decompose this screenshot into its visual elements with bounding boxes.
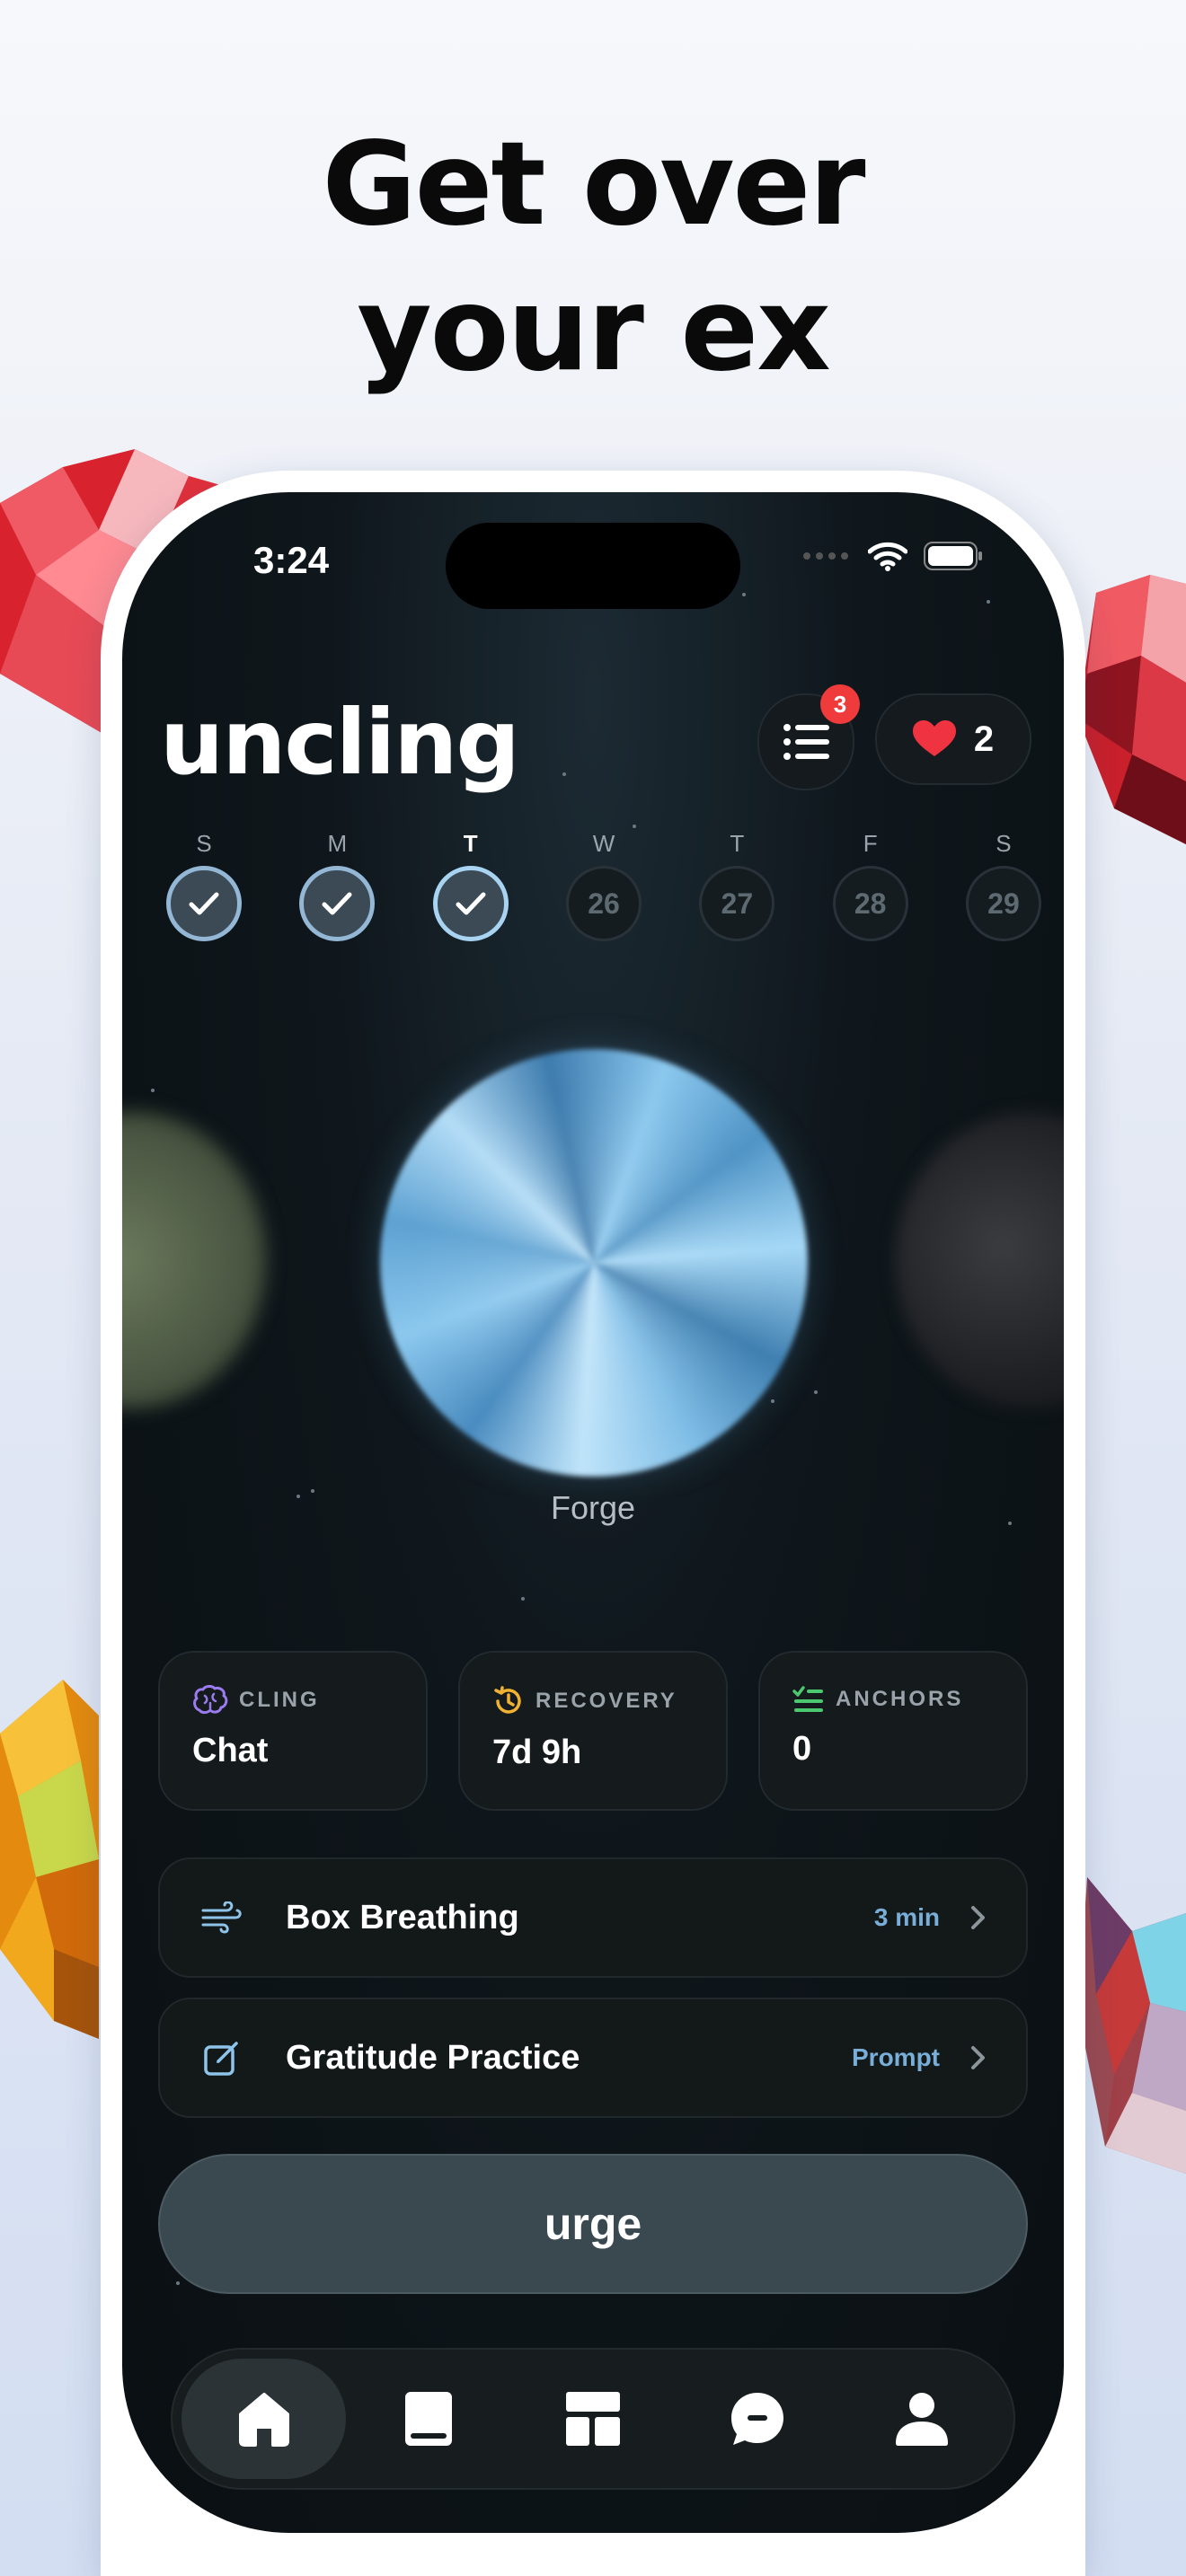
day-sunday[interactable]: S [155, 830, 253, 941]
chat-icon [731, 2393, 784, 2445]
day-tuesday-today[interactable]: T [421, 830, 520, 941]
day-circle-date[interactable]: 29 [965, 866, 1041, 941]
stat-value: 0 [792, 1730, 812, 1768]
day-circle-date[interactable]: 26 [565, 866, 642, 941]
home-icon [238, 2393, 289, 2447]
tab-home[interactable] [181, 2359, 347, 2479]
app-logo: uncling [160, 690, 520, 795]
stat-card-anchors[interactable]: ANCHORS 0 [758, 1651, 1028, 1811]
day-friday[interactable]: F 28 [821, 830, 920, 941]
orb-next[interactable] [895, 1112, 1064, 1408]
day-letter: T [463, 830, 478, 857]
star-dot [771, 1399, 774, 1403]
day-letter: S [196, 830, 212, 857]
day-circle-completed[interactable] [166, 866, 242, 941]
day-circle-date[interactable]: 28 [832, 866, 908, 941]
list-icon [783, 724, 829, 760]
book-icon [404, 2392, 452, 2446]
checklist-icon [792, 1686, 823, 1712]
headline-line-2: your ex [357, 263, 831, 397]
star-dot [742, 593, 746, 596]
day-letter: W [592, 830, 615, 857]
day-circle-completed[interactable] [432, 866, 509, 941]
wind-icon [199, 1901, 244, 1934]
star-dot [987, 600, 990, 604]
stat-header: ANCHORS [792, 1685, 1026, 1714]
decorative-heart-gold [0, 1680, 99, 2039]
week-strip: S M T W 26 T 27 F 28 S 29 [155, 830, 1053, 941]
activity-duration: 3 min [873, 1903, 940, 1931]
stat-header: RECOVERY [492, 1685, 726, 1717]
activity-box-breathing[interactable]: Box Breathing 3 min [158, 1857, 1028, 1978]
chevron-right-icon [971, 2046, 985, 2069]
day-circle-completed[interactable] [299, 866, 376, 941]
orb-previous[interactable] [122, 1112, 266, 1408]
activity-title: Gratitude Practice [286, 2038, 580, 2077]
day-saturday[interactable]: S 29 [954, 830, 1053, 941]
day-letter: T [730, 830, 745, 857]
edit-icon [199, 2039, 244, 2077]
stat-value: 7d 9h [492, 1734, 582, 1771]
decorative-heart-red-right [1078, 575, 1186, 844]
orb-forge[interactable] [380, 1049, 808, 1477]
battery-icon [924, 542, 982, 570]
hearts-count: 2 [973, 719, 995, 759]
status-icons [801, 541, 983, 571]
heart-icon [912, 720, 956, 756]
brain-icon [193, 1685, 228, 1715]
checkmark-icon [322, 892, 352, 915]
day-circle-date[interactable]: 27 [699, 866, 775, 941]
day-letter: F [863, 830, 878, 857]
star-dot [521, 1597, 525, 1601]
tab-profile[interactable] [840, 2359, 1005, 2479]
checkmark-icon [189, 892, 219, 915]
star-dot [151, 1089, 155, 1092]
activity-gratitude-practice[interactable]: Gratitude Practice Prompt [158, 1998, 1028, 2118]
tab-journal[interactable] [346, 2359, 510, 2479]
dynamic-island [446, 523, 740, 609]
hearts-button[interactable]: 2 [875, 693, 1031, 785]
activity-title: Box Breathing [286, 1898, 519, 1936]
headline: Get over your ex [0, 112, 1186, 403]
day-monday[interactable]: M [288, 830, 386, 941]
stat-card-cling[interactable]: CLING Chat [158, 1651, 428, 1811]
day-wednesday[interactable]: W 26 [554, 830, 653, 941]
headline-line-1: Get over [322, 118, 866, 251]
day-thursday[interactable]: T 27 [687, 830, 786, 941]
activity-type: Prompt [852, 2043, 940, 2071]
wifi-icon [868, 542, 907, 571]
star-dot [562, 772, 566, 776]
stat-title: RECOVERY [535, 1689, 677, 1713]
star-dot [814, 1390, 818, 1394]
app-screen: 3:24 uncling 3 2 S M T W 26 T 27 F 28 S … [122, 492, 1064, 2533]
notification-badge: 3 [820, 684, 860, 724]
history-icon [494, 1686, 521, 1714]
menu-button[interactable]: 3 [757, 684, 860, 790]
stat-header: CLING [192, 1685, 426, 1716]
day-letter: M [327, 830, 348, 857]
stat-title: ANCHORS [836, 1687, 964, 1711]
star-dot [633, 825, 636, 828]
tab-bar [171, 2348, 1015, 2490]
day-letter: S [996, 830, 1012, 857]
checkmark-icon [456, 892, 486, 915]
urge-button[interactable]: urge [158, 2154, 1028, 2294]
stat-value: Chat [192, 1732, 269, 1769]
signal-dots-icon [803, 552, 848, 560]
tab-dashboard[interactable] [510, 2359, 675, 2479]
dashboard-icon [566, 2392, 620, 2446]
tab-chat[interactable] [676, 2359, 840, 2479]
stat-card-recovery[interactable]: RECOVERY 7d 9h [458, 1651, 728, 1811]
stat-title: CLING [239, 1688, 320, 1712]
chevron-right-icon [971, 1906, 985, 1929]
stats-row: CLING Chat RECOVERY 7d 9h ANCHORS 0 [158, 1651, 1028, 1811]
decorative-heart-multicolor [1078, 1877, 1186, 2174]
orb-label: Forge [550, 1489, 636, 1526]
status-time: 3:24 [253, 539, 330, 581]
profile-icon [896, 2393, 949, 2446]
star-dot [176, 2281, 180, 2285]
